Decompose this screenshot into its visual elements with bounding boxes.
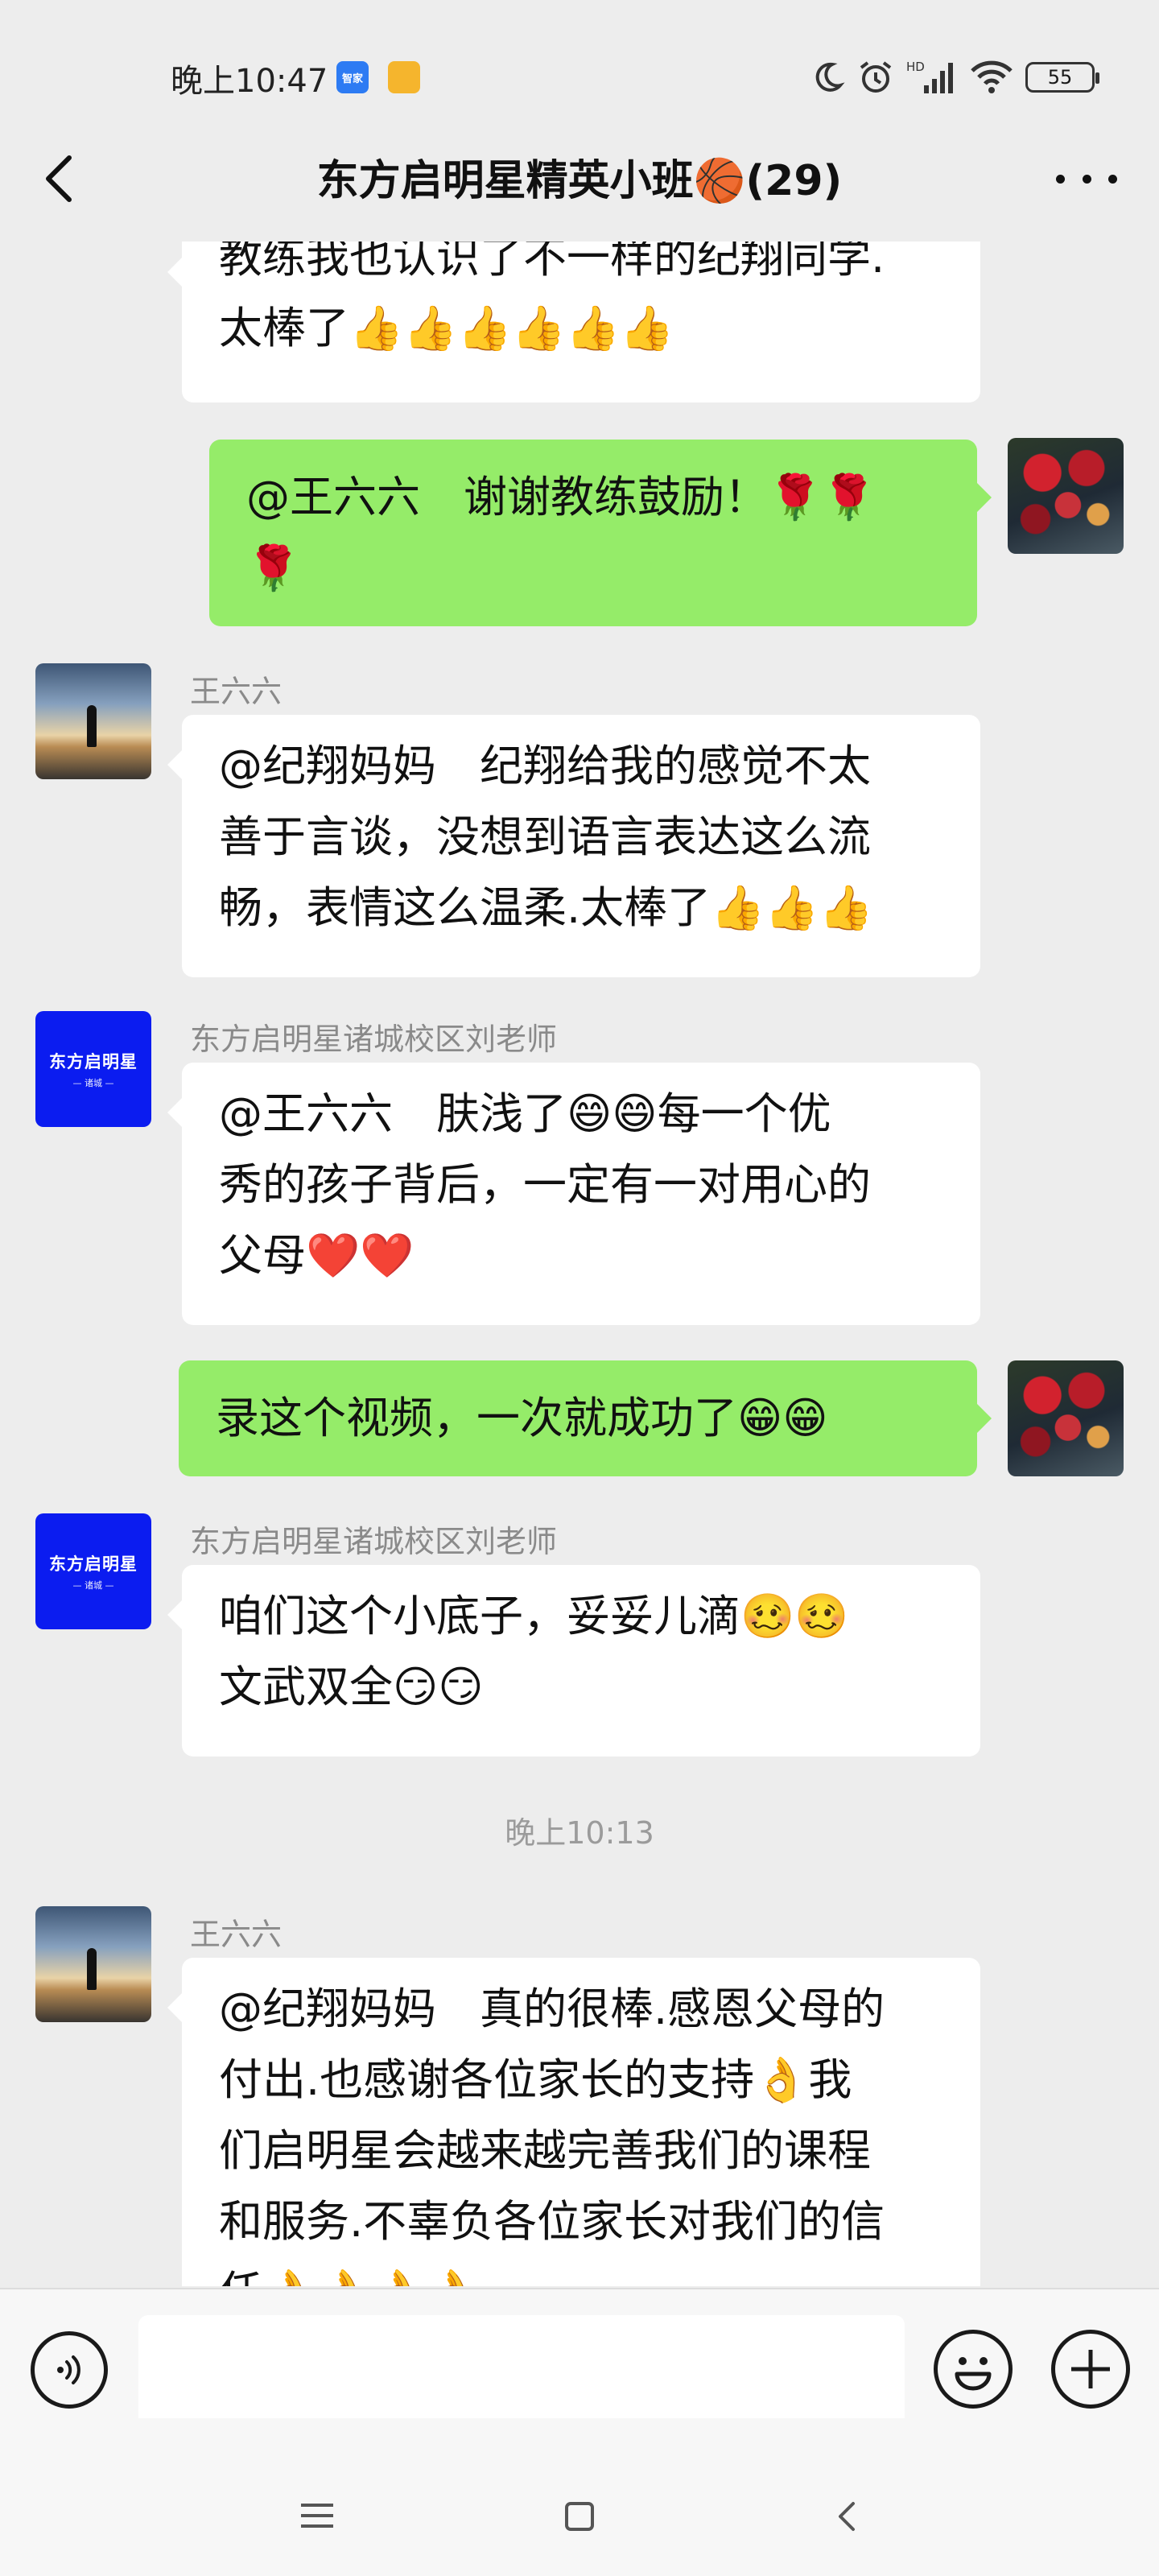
battery-icon: 55 <box>1025 62 1099 93</box>
system-nav-bar <box>0 2418 1159 2576</box>
menu-icon[interactable] <box>301 2504 333 2528</box>
chat-title: 东方启明星精英小班🏀(29) <box>316 157 843 205</box>
smiley-face-icon <box>955 2357 992 2391</box>
alarm-icon <box>860 61 892 93</box>
message-bubble-incoming[interactable]: @纪翔妈妈 纪翔给我的感觉不太 善于言谈，没想到语言表达这么流 畅，表情这么温柔… <box>167 715 980 977</box>
avatar[interactable]: 东方启明星 — 诸城 — <box>35 1011 151 1127</box>
sender-name: 王六六 <box>190 674 283 709</box>
message-list[interactable]: 教练我也认识了不一样的纪翔同学. 太棒了👍👍👍👍👍👍 @王六六 谢谢教练鼓励！🌹… <box>0 242 1159 2286</box>
svg-text:HD: HD <box>906 60 925 74</box>
message-timestamp: 晚上10:13 <box>505 1815 654 1851</box>
logo-subtext: — 诸城 — <box>72 1078 114 1088</box>
my-avatar[interactable] <box>1008 1360 1124 1476</box>
my-avatar[interactable] <box>1008 438 1124 554</box>
hd-signal-icon: HD <box>906 60 953 93</box>
notes-app-icon <box>388 61 420 93</box>
back-icon[interactable] <box>834 2499 860 2534</box>
emoji-icon[interactable] <box>934 2330 1013 2409</box>
status-time: 晚上10:47 <box>171 63 328 100</box>
smart-home-app-icon: 智家 <box>336 61 369 93</box>
message-bubble-outgoing[interactable]: 录这个视频，一次就成功了😁😁 <box>179 1360 992 1476</box>
message-bubble-incoming[interactable]: 教练我也认识了不一样的纪翔同学. 太棒了👍👍👍👍👍👍 <box>167 242 980 402</box>
sender-name: 东方启明星诸城校区刘老师 <box>190 1524 558 1559</box>
wifi-icon <box>971 60 1013 93</box>
message-bubble-incoming[interactable]: @纪翔妈妈 真的很棒.感恩父母的 付出.也感谢各位家长的支持👌我 们启明星会越来… <box>167 1958 980 2286</box>
avatar[interactable] <box>35 1906 151 2022</box>
status-bar: 晚上10:47 智家 HD 55 <box>0 0 1159 153</box>
plus-icon[interactable] <box>1051 2330 1130 2409</box>
message-input[interactable] <box>138 2315 905 2429</box>
avatar[interactable]: 东方启明星 — 诸城 — <box>35 1513 151 1629</box>
sender-name: 王六六 <box>190 1917 283 1952</box>
input-bar <box>0 2288 1159 2429</box>
logo-text: 东方启明星 <box>49 1052 138 1071</box>
avatar[interactable] <box>35 663 151 779</box>
home-icon[interactable] <box>565 2502 594 2531</box>
more-dots-icon[interactable] <box>1056 161 1117 196</box>
voice-icon[interactable] <box>31 2331 108 2409</box>
logo-text: 东方启明星 <box>49 1554 138 1574</box>
voice-wave-icon <box>57 2355 80 2384</box>
message-bubble-incoming[interactable]: 咱们这个小底子，妥妥儿滴🥴🥴 文武双全😏😏 <box>167 1565 980 1757</box>
status-icons: HD 55 <box>810 55 1099 100</box>
moon-icon <box>815 62 845 92</box>
message-bubble-outgoing[interactable]: @王六六 谢谢教练鼓励！🌹🌹 🌹 <box>209 440 992 626</box>
chat-screen: 晚上10:47 智家 HD 55 东方启明星精英小班🏀(29) 教练我也认识了不… <box>0 0 1159 2576</box>
logo-subtext: — 诸城 — <box>72 1580 114 1591</box>
message-bubble-incoming[interactable]: @王六六 肤浅了😄😄每一个优 秀的孩子背后，一定有一对用心的 父母❤️❤️ <box>167 1063 980 1325</box>
sender-name: 东方启明星诸城校区刘老师 <box>190 1022 558 1057</box>
